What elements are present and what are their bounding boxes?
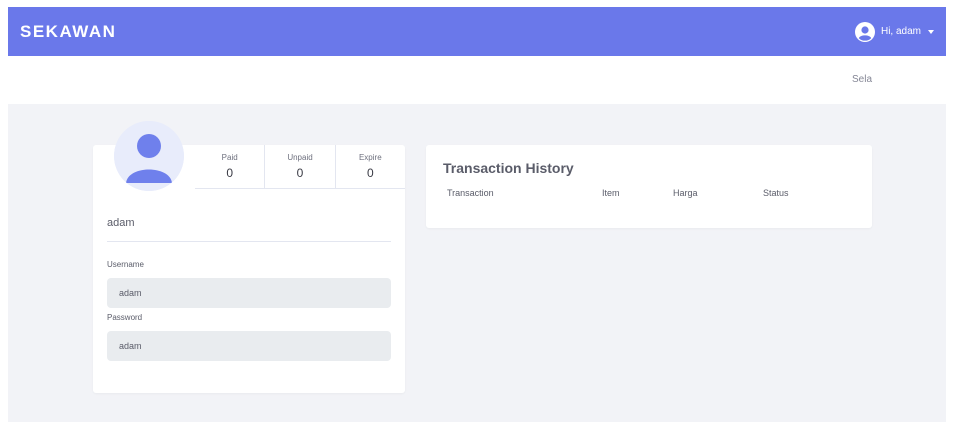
divider [107,241,391,242]
stat-label: Unpaid [287,153,313,162]
user-avatar-icon [114,121,184,191]
user-circle-icon [854,21,875,42]
column-header-transaction: Transaction [447,188,494,198]
stat-value: 0 [296,166,304,180]
stat-value: 0 [226,166,233,180]
stat-label: Paid [221,153,238,162]
caret-down-icon [928,29,934,34]
stat-expire: Expire 0 [334,145,405,188]
column-header-harga: Harga [673,188,698,198]
user-greeting: Hi, adam [880,26,921,37]
sub-header: Sela [8,56,946,104]
profile-card: Paid 0 Unpaid 0 Expire 0 adam Username P… [93,121,405,393]
stat-label: Expire [358,153,382,162]
username-field[interactable] [107,278,391,308]
transaction-history-title: Transaction History [443,160,574,176]
profile-name: adam [107,217,135,229]
sub-header-text: Sela [851,74,872,85]
username-label: Username [107,260,144,269]
transaction-history-card: Transaction History Transaction Item Har… [426,145,872,228]
password-field[interactable] [107,331,391,361]
column-header-item: Item [602,188,620,198]
top-navbar: SEKAWAN Hi, adam [8,7,946,56]
brand-logo[interactable]: SEKAWAN [20,22,116,42]
user-menu-toggle[interactable]: Hi, adam [854,21,934,42]
stat-paid: Paid 0 [195,145,264,188]
main-content: Paid 0 Unpaid 0 Expire 0 adam Username P… [8,104,946,422]
stat-unpaid: Unpaid 0 [264,145,334,188]
password-label: Password [107,313,143,322]
column-header-status: Status [763,188,789,198]
transaction-table-header: Transaction Item Harga Status [426,188,872,200]
profile-stats: Paid 0 Unpaid 0 Expire 0 [195,145,405,189]
stat-value: 0 [366,166,374,180]
